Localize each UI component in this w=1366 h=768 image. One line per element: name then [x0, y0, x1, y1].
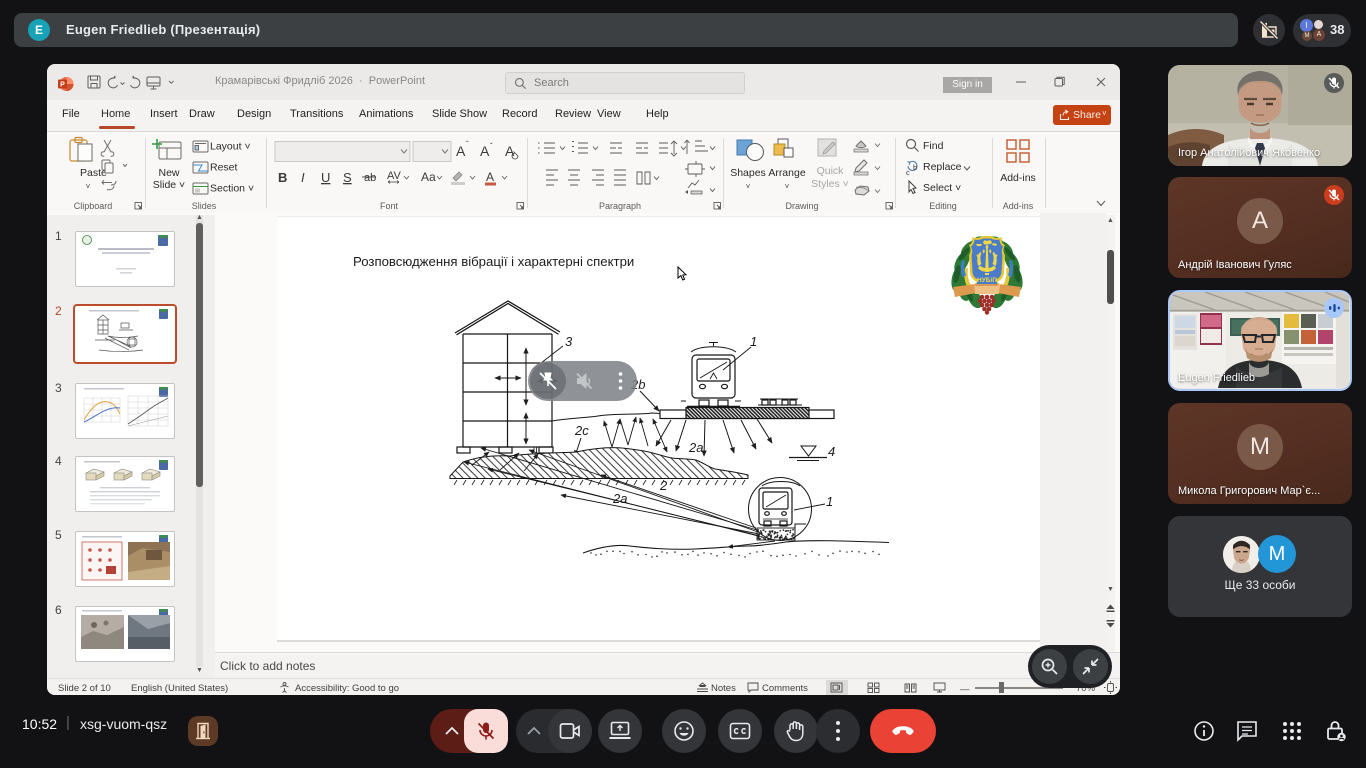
- svg-text:c: c: [906, 168, 910, 177]
- svg-text:New: New: [158, 167, 179, 179]
- svg-text:Slide ˅: Slide ˅: [153, 179, 185, 191]
- svg-text:U: U: [321, 170, 330, 185]
- svg-text:Replace: Replace: [923, 161, 962, 173]
- svg-text:2a: 2a: [688, 440, 703, 455]
- svg-text:AV: AV: [387, 170, 402, 182]
- svg-text:1: 1: [826, 494, 833, 509]
- svg-text:˅: ˅: [785, 182, 790, 191]
- svg-text:Font: Font: [380, 201, 399, 211]
- svg-text:2: 2: [659, 478, 668, 493]
- svg-text:4: 4: [828, 444, 835, 459]
- svg-text:˅: ˅: [746, 182, 751, 191]
- svg-text:2c: 2c: [574, 423, 589, 438]
- svg-text:Quick: Quick: [817, 165, 845, 177]
- svg-text:Editing: Editing: [929, 201, 957, 211]
- svg-text:P: P: [60, 82, 65, 89]
- svg-text:Slides: Slides: [192, 201, 217, 211]
- svg-text:ˆ: ˆ: [466, 140, 469, 149]
- svg-text:Reset: Reset: [210, 162, 238, 174]
- svg-text:НУБіП: НУБіП: [977, 276, 997, 284]
- svg-text:A: A: [480, 143, 490, 159]
- svg-text:ˇ: ˇ: [490, 142, 493, 151]
- svg-text:2a: 2a: [612, 491, 627, 506]
- svg-text:3: 3: [565, 334, 573, 349]
- svg-text:Drawing: Drawing: [785, 201, 818, 211]
- svg-text:A: A: [486, 170, 494, 184]
- svg-text:Add-ins: Add-ins: [1000, 172, 1036, 184]
- svg-text:Arrange: Arrange: [768, 167, 806, 179]
- svg-text:Shapes: Shapes: [730, 167, 766, 179]
- svg-text:Layout ˅: Layout ˅: [210, 141, 251, 153]
- svg-text:A: A: [505, 143, 515, 159]
- svg-text:Select ˅: Select ˅: [923, 182, 961, 194]
- svg-text:Section ˅: Section ˅: [210, 183, 254, 195]
- svg-text:Find: Find: [923, 140, 944, 152]
- svg-text:Styles ˅: Styles ˅: [811, 178, 849, 190]
- svg-text:A: A: [456, 143, 466, 159]
- svg-text:S: S: [343, 170, 352, 185]
- svg-text:Add-ins: Add-ins: [1003, 201, 1034, 211]
- svg-text:Розповсюдження вібрації і хара: Розповсюдження вібрації і характерні спе…: [353, 254, 634, 269]
- svg-text:Clipboard: Clipboard: [74, 201, 113, 211]
- svg-text:Paragraph: Paragraph: [599, 201, 641, 211]
- svg-text:Aa: Aa: [421, 170, 436, 184]
- svg-text:b: b: [913, 163, 917, 172]
- svg-text:I: I: [301, 170, 305, 185]
- svg-text:ab: ab: [364, 172, 376, 184]
- svg-text:B: B: [278, 170, 287, 185]
- svg-text:˅: ˅: [86, 182, 91, 191]
- svg-text:1: 1: [750, 334, 757, 349]
- svg-text:Paste: Paste: [80, 167, 107, 179]
